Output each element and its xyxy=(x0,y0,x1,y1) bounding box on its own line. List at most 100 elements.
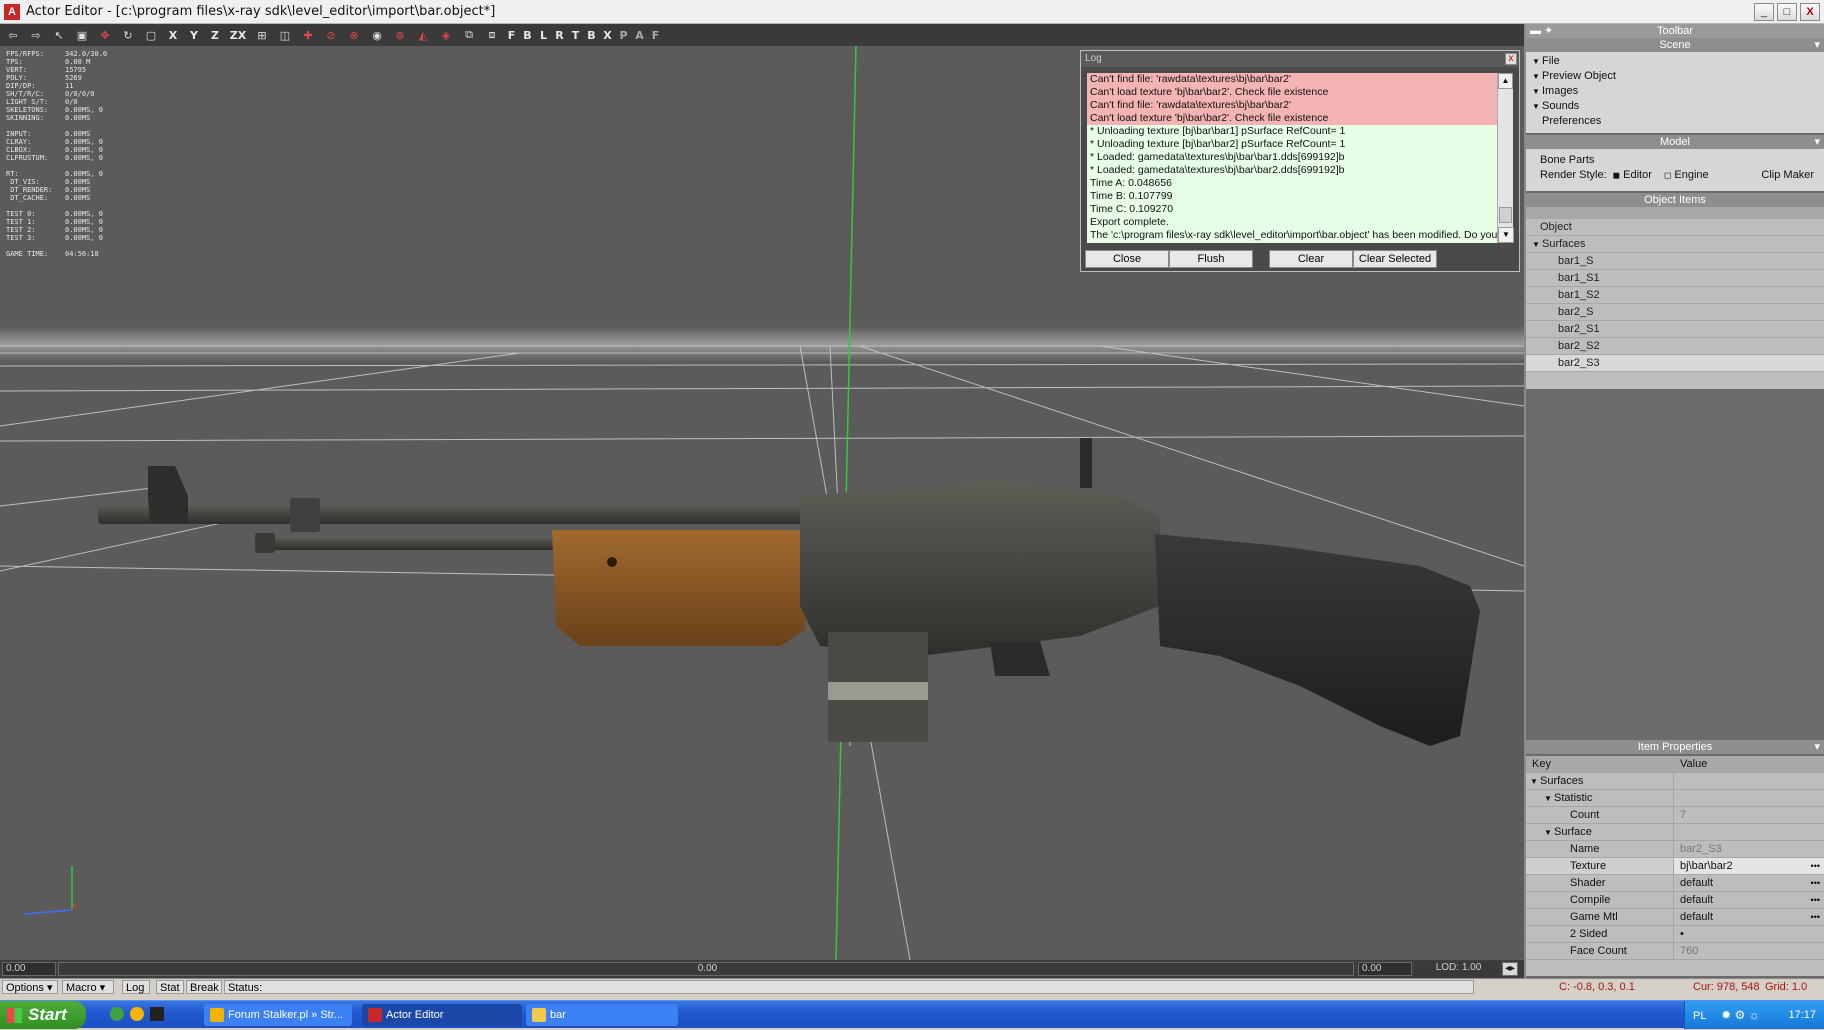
minimize-button[interactable]: _ xyxy=(1754,3,1774,21)
log-line[interactable]: Time C: 0.109270 xyxy=(1087,203,1499,216)
tray-icons[interactable]: ✹ ⚙ ☼ xyxy=(1721,1008,1759,1022)
camera-arcball-button[interactable]: A xyxy=(634,27,645,43)
log-close-icon[interactable]: x xyxy=(1505,53,1517,65)
scene-item-preferences[interactable]: Preferences xyxy=(1530,114,1824,129)
stat-button[interactable]: Stat xyxy=(156,980,184,994)
maximize-button[interactable]: □ xyxy=(1777,3,1797,21)
scene-item-preview-object[interactable]: ▼ Preview Object xyxy=(1530,69,1824,84)
task-forum[interactable]: Forum Stalker.pl » Str... xyxy=(204,1004,352,1026)
log-line[interactable]: Time B: 0.107799 xyxy=(1087,190,1499,203)
log-line[interactable]: The 'c:\program files\x-ray sdk\level_ed… xyxy=(1087,229,1499,242)
table-row[interactable]: Count 7 xyxy=(1526,807,1824,824)
lod-field[interactable]: LOD: 1.00 xyxy=(1414,962,1500,976)
table-row[interactable]: Name bar2_S3 xyxy=(1526,841,1824,858)
log-line[interactable]: * Unloading texture [bj\bar\bar2] pSurfa… xyxy=(1087,138,1499,151)
editor-radio[interactable]: ◼ xyxy=(1613,168,1620,183)
view-left-button[interactable]: L xyxy=(538,27,549,43)
list-item[interactable]: bar1_S1 xyxy=(1526,270,1824,287)
move-snap-icon[interactable]: ⊗ xyxy=(345,27,363,43)
table-row[interactable]: Game Mtl default ••• xyxy=(1526,909,1824,926)
scene-item-file[interactable]: ▼ File xyxy=(1530,54,1824,69)
view-reset-button[interactable]: X xyxy=(602,27,613,43)
tree-item-object[interactable]: Object xyxy=(1526,219,1824,236)
task-actor-editor[interactable]: Actor Editor xyxy=(362,1004,522,1026)
ellipsis-icon[interactable]: ••• xyxy=(1811,909,1820,926)
break-button[interactable]: Break xyxy=(186,980,222,994)
collapse-icon[interactable]: ▾ xyxy=(1814,135,1820,149)
ellipsis-icon[interactable]: ••• xyxy=(1811,875,1820,892)
chrome-icon[interactable] xyxy=(130,1007,144,1021)
lod-toggle-icon[interactable]: ◂▸ xyxy=(1502,962,1518,976)
camera-fly-button[interactable]: F xyxy=(650,27,661,43)
log-line[interactable]: * Loaded: gamedata\textures\bj\bar\bar2.… xyxy=(1087,164,1499,177)
bone-parts-button[interactable]: Bone Parts xyxy=(1540,153,1824,168)
ellipsis-icon[interactable]: ••• xyxy=(1811,892,1820,909)
log-line[interactable]: Can't find file: 'rawdata\textures\bj\ba… xyxy=(1087,73,1499,86)
engine-radio[interactable]: ◻ xyxy=(1664,168,1671,183)
log-clear-button[interactable]: Clear xyxy=(1269,250,1353,268)
redo-icon[interactable]: ⇨ xyxy=(27,27,45,43)
table-row[interactable]: 2 Sided • xyxy=(1526,926,1824,943)
axis-zx-button[interactable]: ZX xyxy=(228,27,248,43)
view-bottom-button[interactable]: B xyxy=(586,27,597,43)
list-item[interactable]: bar2_S1 xyxy=(1526,321,1824,338)
table-row[interactable]: Shader default ••• xyxy=(1526,875,1824,892)
camera-icon[interactable]: ▣ xyxy=(73,27,91,43)
zoom-icon[interactable]: ◈ xyxy=(437,27,455,43)
log-line[interactable]: Export complete. xyxy=(1087,216,1499,229)
scroll-up-icon[interactable]: ▲ xyxy=(1498,73,1513,89)
log-line[interactable]: Can't load texture 'bj\bar\bar2'. Check … xyxy=(1087,112,1499,125)
list-item[interactable]: bar2_S2 xyxy=(1526,338,1824,355)
snap-object-icon[interactable]: ◫ xyxy=(276,27,294,43)
log-line[interactable]: Time A: 0.048656 xyxy=(1087,177,1499,190)
close-window-button[interactable]: X xyxy=(1800,3,1820,21)
two-sided-checkbox[interactable]: • xyxy=(1674,926,1824,942)
options-menu[interactable]: Options ▾ xyxy=(2,980,58,994)
log-clear-selected-button[interactable]: Clear Selected xyxy=(1353,250,1437,268)
table-row[interactable]: ▼ Surfaces xyxy=(1526,773,1824,790)
tree-item-surfaces[interactable]: ▼ Surfaces xyxy=(1526,236,1824,253)
toolbar-header[interactable]: ▬ ✦ Toolbar xyxy=(1526,24,1824,38)
camera-plane-button[interactable]: P xyxy=(618,27,629,43)
log-button[interactable]: Log xyxy=(122,980,150,994)
model-header[interactable]: Model ▾ xyxy=(1526,135,1824,149)
table-row[interactable]: Face Count 760 xyxy=(1526,943,1824,960)
select-icon[interactable]: ↖ xyxy=(50,27,68,43)
log-flush-button[interactable]: Flush xyxy=(1169,250,1253,268)
zoom-selected-icon[interactable]: ⧈ xyxy=(483,27,501,43)
quicklaunch-icon[interactable] xyxy=(150,1007,164,1021)
log-line[interactable]: Can't find file: 'rawdata\textures\bj\ba… xyxy=(1087,99,1499,112)
properties-table[interactable]: Key Value ▼ Surfaces ▼ Statistic Count 7 ▼… xyxy=(1526,756,1824,976)
log-line[interactable]: Can't load texture 'bj\bar\bar2'. Check … xyxy=(1087,86,1499,99)
snap-vertex-icon[interactable]: ✚ xyxy=(299,27,317,43)
object-items-tree[interactable]: Object ▼ Surfaces bar1_S bar1_S1 bar1_S2 … xyxy=(1526,207,1824,389)
log-line[interactable]: * Loaded: gamedata\textures\bj\bar\bar1.… xyxy=(1087,151,1499,164)
view-front-button[interactable]: F xyxy=(506,27,517,43)
rotate-snap-icon[interactable]: ◉ xyxy=(368,27,386,43)
ellipsis-icon[interactable]: ••• xyxy=(1811,858,1820,875)
list-item[interactable]: bar2_S xyxy=(1526,304,1824,321)
normal-align-icon[interactable]: ◭ xyxy=(414,27,432,43)
move-icon[interactable]: ✥ xyxy=(96,27,114,43)
log-scrollbar[interactable]: ▲ ▼ xyxy=(1497,73,1514,243)
rotate-icon[interactable]: ↻ xyxy=(119,27,137,43)
list-item-selected[interactable]: bar2_S3 xyxy=(1526,355,1824,372)
viewport[interactable]: FPS/RFPS: 342.0/30.0 TPS: 0.00 M VERT: 1… xyxy=(0,46,1524,960)
time-start-field[interactable]: 0.00 xyxy=(2,962,56,976)
timeline-slider[interactable]: 0.00 xyxy=(58,962,1354,976)
log-line[interactable]: * Unloading texture [bj\bar\bar1] pSurfa… xyxy=(1087,125,1499,138)
table-row[interactable]: ▼ Statistic xyxy=(1526,790,1824,807)
scene-item-images[interactable]: ▼ Images xyxy=(1530,84,1824,99)
axis-y-button[interactable]: Y xyxy=(186,27,202,43)
zoom-extent-icon[interactable]: ⧉ xyxy=(460,27,478,43)
log-list[interactable]: Can't find file: 'rawdata\textures\bj\ba… xyxy=(1087,73,1499,243)
scale-icon[interactable]: ▢ xyxy=(142,27,160,43)
table-row[interactable]: Compile default ••• xyxy=(1526,892,1824,909)
view-top-button[interactable]: T xyxy=(570,27,581,43)
collapse-icon[interactable]: ▾ xyxy=(1814,740,1820,754)
collapse-icon[interactable]: ▾ xyxy=(1814,38,1820,52)
scene-item-sounds[interactable]: ▼ Sounds xyxy=(1530,99,1824,114)
scroll-thumb[interactable] xyxy=(1499,207,1512,223)
clip-maker-button[interactable]: Clip Maker xyxy=(1761,168,1814,183)
time-end-field[interactable]: 0.00 xyxy=(1358,962,1412,976)
